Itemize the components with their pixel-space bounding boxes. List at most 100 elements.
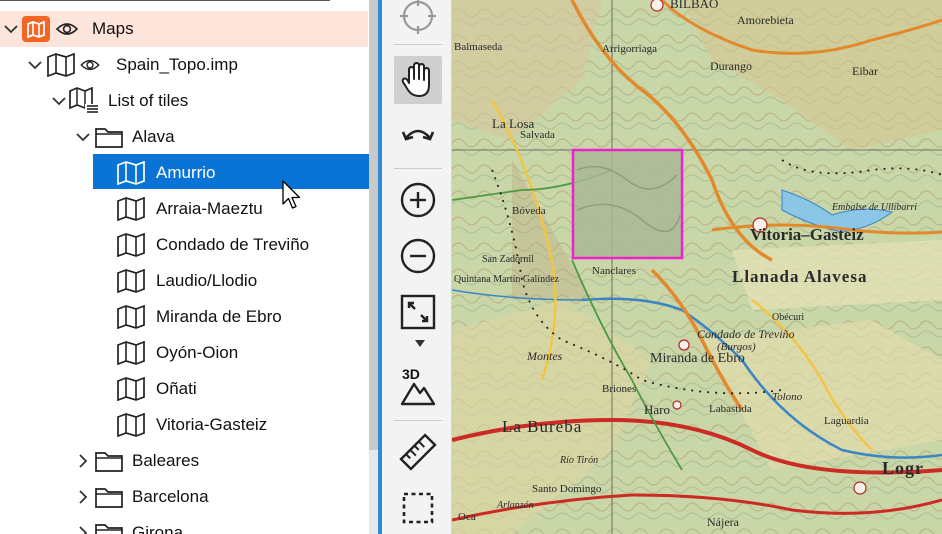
chevron-right-icon[interactable] bbox=[74, 488, 92, 506]
zoom-in-button[interactable] bbox=[394, 176, 442, 224]
map-label: Logr bbox=[882, 458, 924, 478]
map-tile-icon bbox=[117, 341, 145, 365]
folder-icon bbox=[95, 452, 123, 472]
map-label: Nájera bbox=[707, 515, 740, 529]
tree-row-spain-topo[interactable]: Spain_Topo.imp bbox=[0, 47, 368, 83]
chevron-down-icon[interactable] bbox=[74, 128, 92, 146]
chevron-down-icon[interactable] bbox=[50, 92, 68, 110]
select-area-button[interactable] bbox=[394, 484, 442, 532]
zoom-out-button[interactable] bbox=[394, 232, 442, 280]
ruler-button[interactable] bbox=[394, 428, 442, 476]
tree-row-tile[interactable]: Miranda de Ebro bbox=[0, 299, 368, 335]
tree-label-maps: Maps bbox=[92, 19, 134, 38]
tree-label-list-of-tiles: List of tiles bbox=[108, 91, 189, 110]
map-label: Amorebieta bbox=[737, 13, 794, 27]
folder-icon bbox=[95, 488, 123, 508]
map-icon bbox=[47, 53, 75, 77]
tree-row-tile[interactable]: Condado de Treviño bbox=[0, 227, 368, 263]
visibility-eye-icon[interactable] bbox=[80, 58, 100, 72]
map-label: Bóveda bbox=[512, 205, 546, 217]
chevron-right-icon[interactable] bbox=[74, 452, 92, 470]
tree-row-maps[interactable]: Maps bbox=[0, 11, 368, 47]
chevron-right-icon[interactable] bbox=[74, 524, 92, 534]
map-label: Durango bbox=[710, 59, 752, 73]
tree-label-tile: Condado de Treviño bbox=[156, 235, 310, 254]
map-tile-icon bbox=[117, 377, 145, 401]
tree-label-spain-topo: Spain_Topo.imp bbox=[116, 55, 238, 74]
tree-scrollbar-track[interactable] bbox=[369, 450, 378, 534]
map-folder-icon bbox=[22, 16, 50, 42]
map-label: Arlanzón bbox=[496, 500, 534, 511]
tree-label-tile: Arraia-Maeztu bbox=[156, 199, 263, 218]
map-label: Embalse de Ullíbarri bbox=[831, 202, 917, 213]
toolbar-separator bbox=[394, 420, 442, 421]
map-label: La Bureba bbox=[502, 417, 582, 436]
tree-row-tile[interactable]: Amurrio bbox=[0, 155, 368, 191]
map-label: Santo Domingo bbox=[532, 483, 602, 495]
tree-row-folder-baleares[interactable]: Baleares bbox=[0, 443, 368, 479]
gps-crosshair-icon bbox=[400, 0, 436, 34]
tree-row-tile[interactable]: Oyón-Oion bbox=[0, 335, 368, 371]
map-label: BILBAO bbox=[670, 0, 718, 11]
pan-tool-button[interactable] bbox=[394, 56, 442, 104]
tree-label-tile: Amurrio bbox=[156, 163, 216, 182]
map-label: Salvada bbox=[520, 129, 555, 141]
pan-hand-icon bbox=[401, 62, 430, 97]
map-label: Llanada Alavesa bbox=[732, 267, 867, 286]
layer-tree-panel: Maps Spain_Topo.imp List of tiles Alava … bbox=[0, 0, 378, 534]
map-label: Nanclares bbox=[592, 265, 636, 277]
map-tile-icon bbox=[117, 413, 145, 437]
tree-label-tile: Oyón-Oion bbox=[156, 343, 239, 362]
map-label: Labastida bbox=[709, 403, 752, 415]
tree-label-alava: Alava bbox=[132, 127, 175, 146]
folder-icon bbox=[95, 128, 123, 148]
map-label: Briones bbox=[602, 383, 636, 395]
tree-label-baleares: Baleares bbox=[132, 451, 200, 470]
map-label: Miranda de Ebro bbox=[650, 351, 745, 366]
map-label: Río Tirón bbox=[559, 455, 598, 466]
ruler-icon bbox=[399, 433, 437, 471]
map-label: Haro bbox=[644, 402, 670, 417]
view-3d-icon bbox=[400, 382, 436, 406]
map-label: Arrigorriaga bbox=[602, 43, 657, 55]
map-label: Vitoria–Gasteiz bbox=[750, 225, 864, 244]
view-3d-button[interactable]: 3D bbox=[394, 362, 442, 410]
gps-button[interactable] bbox=[394, 0, 442, 40]
map-label: Obécuri bbox=[772, 312, 804, 323]
chevron-down-icon[interactable] bbox=[2, 20, 20, 38]
tree-scrollbar-thumb[interactable] bbox=[369, 0, 378, 450]
visibility-eye-icon[interactable] bbox=[56, 21, 78, 37]
map-toolbar: 3D bbox=[382, 0, 452, 534]
zoom-out-icon bbox=[400, 238, 436, 274]
tile-list-icon bbox=[69, 87, 99, 114]
map-tile-icon bbox=[117, 161, 145, 185]
tree-row-tile[interactable]: Vitoria-Gasteiz bbox=[0, 407, 368, 443]
mouse-pointer-icon bbox=[282, 180, 301, 209]
undo-icon bbox=[401, 129, 435, 141]
topographic-map: BILBAO Amorebieta Durango Eibar Arrigorr… bbox=[452, 0, 942, 534]
undo-button[interactable] bbox=[394, 112, 442, 160]
map-label: Laguardia bbox=[824, 415, 869, 427]
tree-label-barcelona: Barcelona bbox=[132, 487, 209, 506]
tree-row-folder-alava[interactable]: Alava bbox=[0, 119, 368, 155]
panel-top-border bbox=[0, 0, 330, 1]
fit-view-dropdown-caret-icon[interactable] bbox=[415, 340, 425, 347]
tree-label-tile: Vitoria-Gasteiz bbox=[156, 415, 268, 434]
tree-row-folder-barcelona[interactable]: Barcelona bbox=[0, 479, 368, 515]
tree-row-list-of-tiles[interactable]: List of tiles bbox=[0, 83, 368, 119]
chevron-down-icon[interactable] bbox=[26, 56, 44, 74]
toolbar-separator bbox=[394, 168, 442, 169]
map-canvas[interactable]: BILBAO Amorebieta Durango Eibar Arrigorr… bbox=[452, 0, 942, 534]
map-label: Balmaseda bbox=[454, 41, 502, 53]
fit-view-button[interactable] bbox=[394, 288, 442, 336]
tree-label-tile: Miranda de Ebro bbox=[156, 307, 282, 326]
tree-label-tile: Laudio/Llodio bbox=[156, 271, 258, 290]
toolbar-separator bbox=[394, 44, 442, 45]
zoom-in-icon bbox=[400, 182, 436, 218]
tree-row-folder-girona[interactable]: Girona bbox=[0, 515, 368, 534]
tree-label-tile: Oñati bbox=[156, 379, 197, 398]
tree-row-tile[interactable]: Oñati bbox=[0, 371, 368, 407]
tree-row-tile[interactable]: Laudio/Llodio bbox=[0, 263, 368, 299]
tree-row-tile[interactable]: Arraia-Maeztu bbox=[0, 191, 368, 227]
map-label: Montes bbox=[526, 349, 563, 363]
